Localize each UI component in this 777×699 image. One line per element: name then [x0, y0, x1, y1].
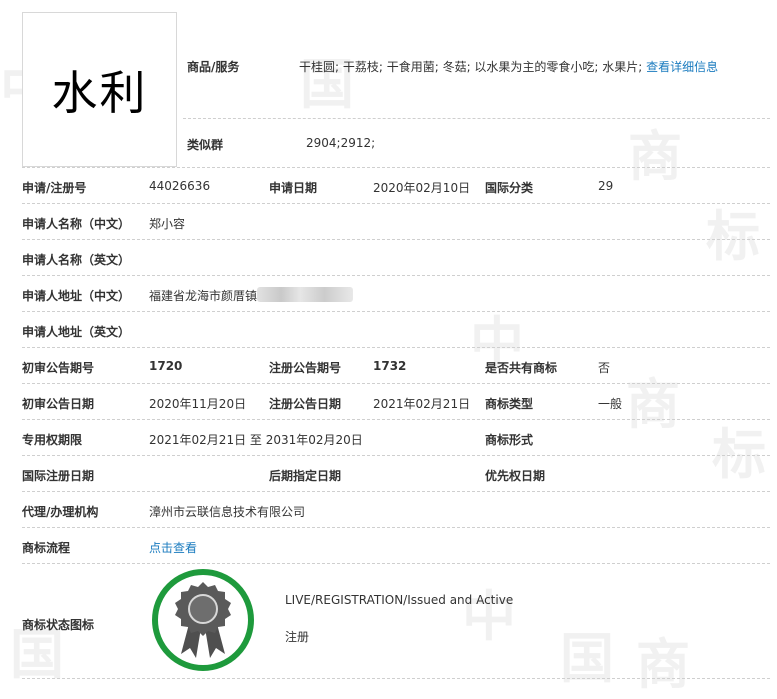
intl-class-label: 国际分类: [485, 181, 534, 195]
apply-date-label: 申请日期: [269, 181, 318, 195]
prelim-issue-label: 初审公告期号: [22, 361, 95, 375]
reg-issue-value: 1732: [373, 359, 407, 373]
trademark-image: 水利: [22, 12, 177, 167]
address-cn-label: 申请人地址（中文）: [22, 289, 131, 303]
divider: [22, 419, 770, 420]
divider: [22, 275, 770, 276]
exclusive-label: 专用权期限: [22, 433, 83, 447]
divider: [22, 563, 770, 564]
divider: [22, 455, 770, 456]
watermark-zhong-3: 中: [462, 585, 516, 648]
watermark-shang: 商: [628, 125, 682, 188]
address-en-label: 申请人地址（英文）: [22, 325, 131, 339]
similar-group-label: 类似群: [187, 138, 224, 152]
goods-value: 干桂圆; 干荔枝; 干食用菌; 冬菇; 以水果为主的零食小吃; 水果片; 查看详…: [299, 58, 718, 75]
divider: [22, 311, 770, 312]
prelim-date-value: 2020年11月20日: [149, 397, 247, 411]
intl-class-value: 29: [598, 179, 614, 193]
reg-date-value: 2021年02月21日: [373, 397, 471, 411]
reg-no-label: 申请/注册号: [22, 181, 87, 195]
divider: [22, 347, 770, 348]
similar-group-value: 2904;2912;: [306, 136, 376, 150]
shared-label: 是否共有商标: [485, 361, 558, 375]
shared-value: 否: [598, 361, 611, 375]
prelim-date-label: 初审公告日期: [22, 397, 95, 411]
divider: [22, 527, 770, 528]
watermark-guo: 国: [300, 53, 354, 116]
status-en-value: LIVE/REGISTRATION/Issued and Active: [285, 593, 514, 607]
prelim-issue-value: 1720: [149, 359, 183, 373]
reg-issue-label: 注册公告期号: [269, 361, 342, 375]
goods-label: 商品/服务: [187, 60, 240, 74]
divider: [22, 203, 770, 204]
reg-no-value: 44026636: [149, 179, 211, 193]
watermark-biao-2: 标: [712, 423, 766, 486]
registered-seal-icon: [152, 569, 254, 671]
watermark-guo-2: 国: [560, 627, 614, 690]
goods-detail-link[interactable]: 查看详细信息: [646, 60, 718, 74]
later-date-label: 后期指定日期: [269, 469, 342, 483]
watermark-shang-2: 商: [626, 373, 680, 436]
redacted-address: [257, 287, 353, 302]
applicant-cn-label: 申请人名称（中文）: [22, 217, 131, 231]
divider: [22, 491, 770, 492]
exclusive-value: 2021年02月21日 至 2031年02月20日: [149, 433, 363, 447]
applicant-en-label: 申请人名称（英文）: [22, 253, 131, 267]
process-label: 商标流程: [22, 541, 71, 555]
tm-type-label: 商标类型: [485, 397, 534, 411]
divider: [22, 678, 770, 679]
agent-value: 漳州市云联信息技术有限公司: [149, 505, 306, 519]
divider: [22, 167, 770, 168]
intl-reg-date-label: 国际注册日期: [22, 469, 95, 483]
applicant-cn-value: 郑小容: [149, 217, 186, 231]
goods-list: 干桂圆; 干荔枝; 干食用菌; 冬菇; 以水果为主的零食小吃; 水果片;: [299, 60, 643, 74]
reg-date-label: 注册公告日期: [269, 397, 342, 411]
apply-date-value: 2020年02月10日: [373, 181, 471, 195]
process-link[interactable]: 点击查看: [149, 539, 197, 556]
trademark-image-text: 水利: [51, 65, 148, 120]
tm-form-label: 商标形式: [485, 433, 534, 447]
status-icon-label: 商标状态图标: [22, 618, 95, 632]
watermark-shang-3: 商: [636, 633, 690, 696]
tm-type-value: 一般: [598, 397, 623, 411]
priority-date-label: 优先权日期: [485, 469, 546, 483]
status-cn-value: 注册: [285, 630, 310, 644]
address-cn-value: 福建省龙海市颜厝镇: [149, 289, 258, 303]
divider: [22, 239, 770, 240]
divider: [183, 118, 770, 119]
agent-label: 代理/办理机构: [22, 505, 99, 519]
divider: [22, 383, 770, 384]
